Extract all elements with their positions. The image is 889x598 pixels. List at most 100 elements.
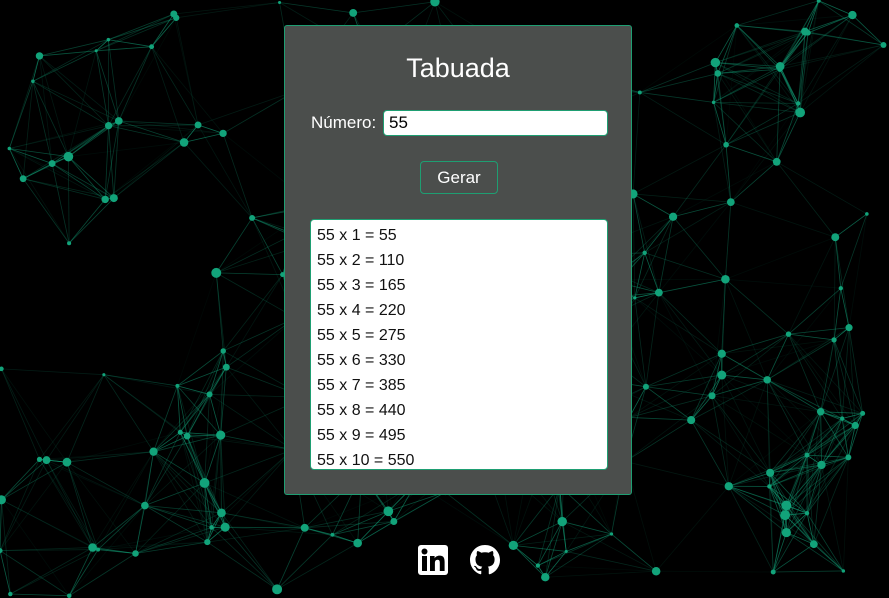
network-node [726,198,735,207]
list-item: 55 x 4 = 220 [317,302,406,319]
network-line [8,55,40,149]
network-line [842,457,849,571]
network-node [31,79,35,84]
network-node [8,591,13,597]
network-line [690,419,730,487]
network-node [668,212,678,221]
network-line [224,526,278,590]
list-item: 55 x 2 = 110 [317,252,405,269]
network-line [108,125,115,199]
network-line [725,279,768,380]
network-node [149,447,158,456]
network-line [51,163,115,199]
network-line [221,512,278,590]
network-line [725,278,789,335]
network-line [639,73,718,93]
network-node [795,107,806,118]
network-line [118,46,152,122]
network-node [19,175,27,183]
network-node [170,10,178,18]
network-line [711,395,821,413]
generate-button[interactable]: Gerar [420,161,498,194]
network-node [714,70,722,77]
network-line [625,395,713,462]
network-line [221,512,305,529]
network-node [63,151,74,162]
network-line [1,459,40,501]
network-node [557,516,567,527]
network-node [860,410,866,416]
network-node [721,274,730,284]
network-node [149,44,155,50]
network-line [639,92,727,146]
network-line [639,25,738,93]
network-node [183,432,191,440]
network-node [710,57,721,68]
network-node [194,121,202,129]
network-line [96,13,174,52]
network-line [655,485,730,572]
linkedin-link[interactable] [418,545,448,575]
network-line [95,50,120,122]
network-node [206,391,213,398]
network-line [725,278,841,289]
network-line [769,418,843,474]
network-node [36,456,43,462]
network-node [723,141,729,148]
network-line [632,92,641,194]
github-link[interactable] [470,545,500,575]
network-line [848,327,856,426]
network-line [841,327,850,419]
network-node [781,500,792,511]
network-line [840,213,868,289]
network-node [795,101,801,106]
network-node [770,569,776,575]
network-line [629,395,713,418]
network-line [32,80,119,122]
network-line [32,81,53,164]
network-node [278,0,282,5]
network-node [717,370,727,380]
network-line [68,50,97,157]
network-node [687,416,696,425]
network-line [632,193,674,218]
network-line [1,368,47,461]
network-line [204,482,226,528]
network-node [801,27,809,36]
network-node [211,267,222,278]
network-node [175,383,180,388]
network-line [215,217,253,274]
network-line [835,213,868,238]
network-line [537,521,563,566]
network-line [713,68,781,103]
network-line [151,46,199,126]
network-line [92,505,146,548]
network-node [222,363,230,371]
network-node [62,457,72,467]
network-line [644,252,726,280]
number-input[interactable] [383,110,608,136]
network-line [95,50,109,126]
network-line [276,527,306,590]
network-line [153,451,226,528]
network-line [332,510,389,536]
network-line [187,435,293,451]
network-line [773,570,844,573]
network-line [177,272,217,386]
network-line [216,272,283,276]
network-line [779,69,799,104]
network-line [713,101,799,104]
network-node [841,569,846,573]
network-line [66,374,105,463]
network-line [153,385,178,452]
network-node [48,160,56,168]
network-node [209,525,214,530]
network-line [39,458,146,506]
network-line [840,288,850,328]
network-line [562,521,612,535]
network-node [654,288,663,297]
network-line [66,462,93,548]
network-node [66,593,72,598]
network-line [0,499,2,551]
network-node [642,383,649,390]
